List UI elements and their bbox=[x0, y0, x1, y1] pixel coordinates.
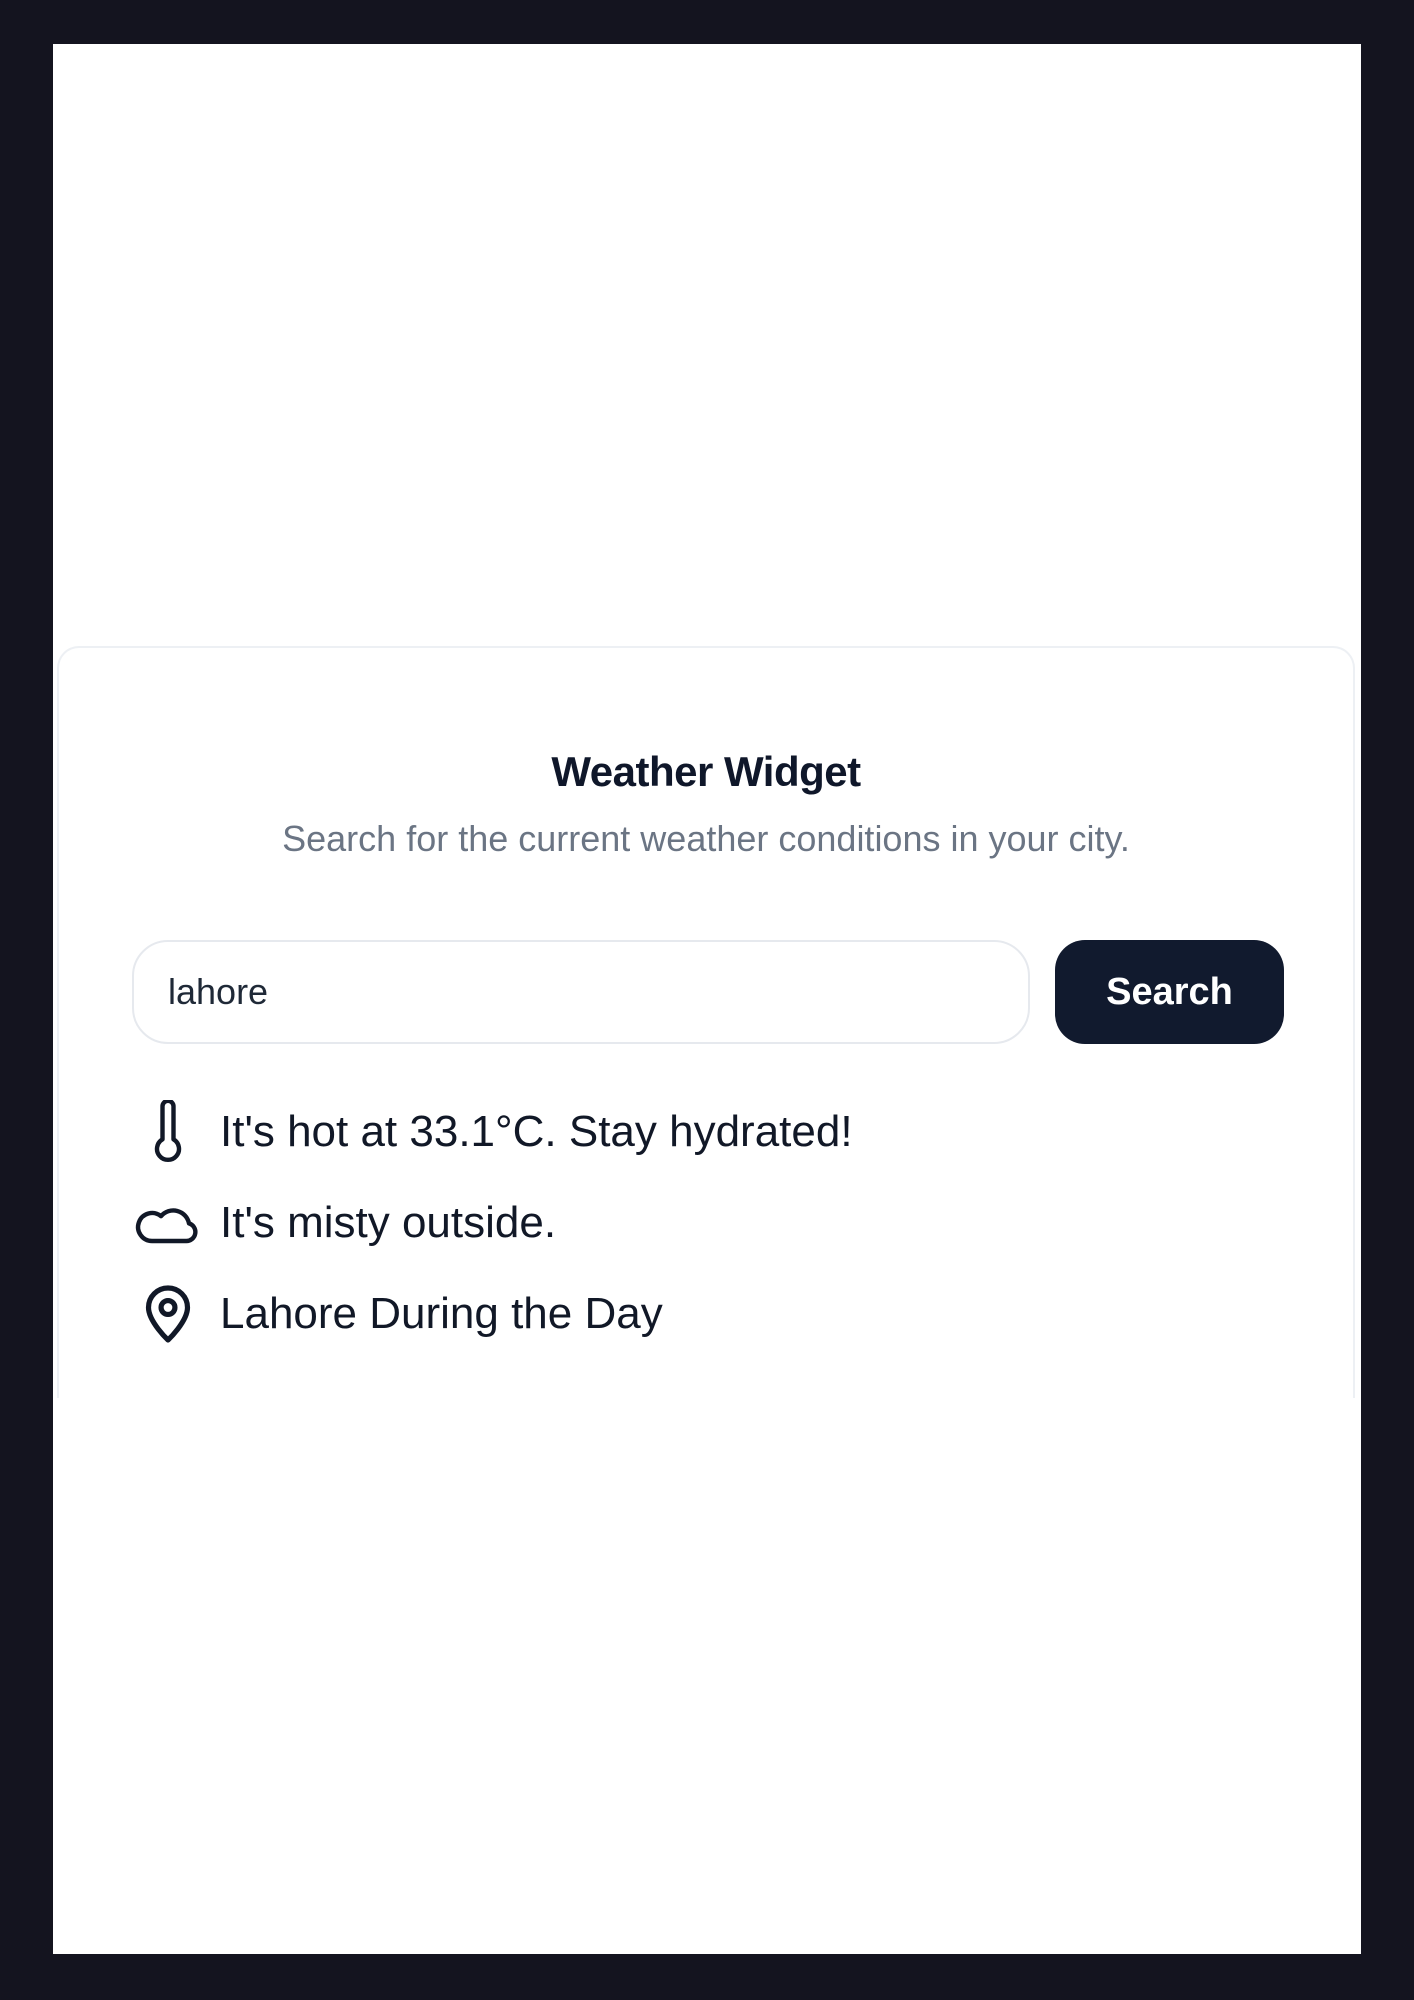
browser-viewport: Weather Widget Search for the current we… bbox=[53, 44, 1361, 1954]
location-text: Lahore During the Day bbox=[220, 1289, 663, 1338]
condition-row: It's misty outside. bbox=[132, 1187, 556, 1259]
thermometer-icon bbox=[132, 1096, 204, 1168]
map-pin-icon bbox=[132, 1278, 204, 1350]
search-button[interactable]: Search bbox=[1055, 940, 1284, 1044]
widget-subtitle: Search for the current weather condition… bbox=[282, 818, 1130, 859]
city-search-input[interactable] bbox=[132, 940, 1030, 1044]
temperature-text: It's hot at 33.1°C. Stay hydrated! bbox=[220, 1107, 853, 1156]
weather-widget-card: Weather Widget Search for the current we… bbox=[57, 646, 1355, 1398]
cloud-icon bbox=[132, 1187, 204, 1259]
condition-text: It's misty outside. bbox=[220, 1198, 557, 1247]
location-row: Lahore During the Day bbox=[132, 1278, 663, 1350]
widget-title: Weather Widget bbox=[551, 748, 861, 795]
temperature-row: It's hot at 33.1°C. Stay hydrated! bbox=[132, 1096, 853, 1168]
